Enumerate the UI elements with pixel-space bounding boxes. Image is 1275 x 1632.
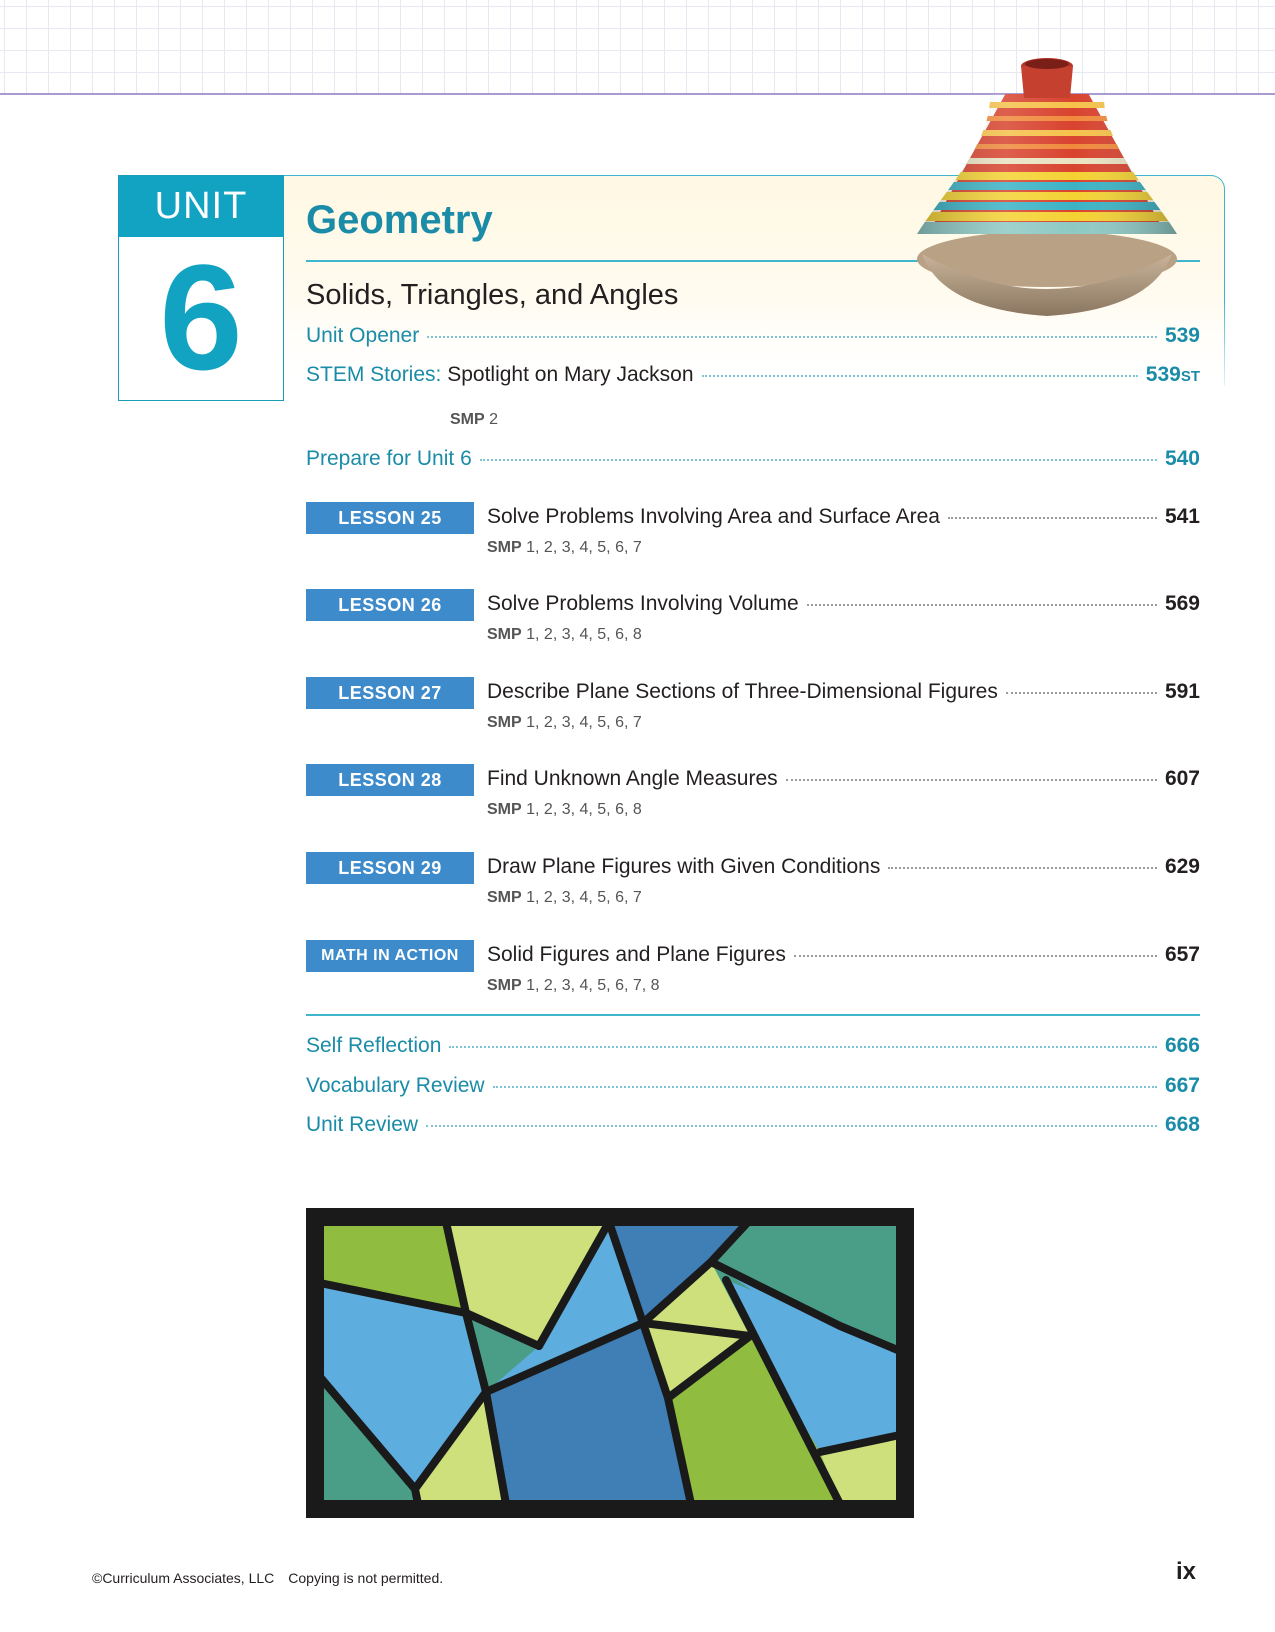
toc-label: Self Reflection <box>306 1034 442 1057</box>
dot-leader <box>427 336 1157 338</box>
dot-leader <box>426 1125 1157 1127</box>
lesson-title: Solve Problems Involving Volume <box>487 592 799 615</box>
toc-prepare[interactable]: Prepare for Unit 6 540 <box>306 447 1200 471</box>
copy-notice: Copying is not permitted. <box>288 1570 444 1586</box>
smp-line: SMP 1, 2, 3, 4, 5, 6, 7, 8 <box>487 977 660 994</box>
lesson-tag: LESSON 27 <box>306 677 474 709</box>
toc-lesson-28[interactable]: Find Unknown Angle Measures 607 <box>487 767 1200 791</box>
dot-leader <box>449 1046 1157 1048</box>
toc-label: Unit Opener <box>306 324 420 347</box>
toc-page: 591 <box>1164 680 1200 703</box>
stem-title: Spotlight on Mary Jackson <box>447 363 694 386</box>
page-number: ix <box>1176 1558 1197 1585</box>
lesson-title: Describe Plane Sections of Three-Dimensi… <box>487 680 998 703</box>
lesson-tag: LESSON 29 <box>306 852 474 884</box>
dot-leader <box>793 955 1157 957</box>
dot-leader <box>947 517 1157 519</box>
footer: ©Curriculum Associates, LLC Copying is no… <box>92 1570 443 1586</box>
toc-label: Prepare for Unit 6 <box>306 447 472 470</box>
toc-label: Unit Review <box>306 1113 419 1136</box>
dot-leader <box>492 1086 1157 1088</box>
dot-leader <box>701 375 1138 377</box>
lesson-tag: LESSON 25 <box>306 502 474 534</box>
unit-number: 6 <box>159 233 243 401</box>
lesson-title: Draw Plane Figures with Given Conditions <box>487 855 881 878</box>
toc-page: 540 <box>1164 447 1200 470</box>
toc-label: Vocabulary Review <box>306 1074 485 1097</box>
toc-vocabulary-review[interactable]: Vocabulary Review 667 <box>306 1074 1200 1098</box>
toc-lesson-25[interactable]: Solve Problems Involving Area and Surfac… <box>487 505 1200 529</box>
toc-page: 607 <box>1164 767 1200 790</box>
smp-line: SMP 1, 2, 3, 4, 5, 6, 7 <box>487 539 642 556</box>
stem-prefix: STEM Stories: <box>306 363 442 386</box>
toc-page: 569 <box>1164 592 1200 615</box>
toc-page: 666 <box>1164 1034 1200 1057</box>
unit-title: Geometry <box>306 198 493 242</box>
smp-line: SMP 1, 2, 3, 4, 5, 6, 8 <box>487 801 642 818</box>
dot-leader <box>785 779 1157 781</box>
lesson-tag: LESSON 28 <box>306 764 474 796</box>
toc-lesson-26[interactable]: Solve Problems Involving Volume 569 <box>487 592 1200 616</box>
toc-page: 629 <box>1164 855 1200 878</box>
dot-leader <box>1005 692 1157 694</box>
toc-stem-stories[interactable]: STEM Stories: Spotlight on Mary Jackson … <box>306 363 1200 387</box>
lesson-title: Find Unknown Angle Measures <box>487 767 778 790</box>
toc-page: 539 <box>1164 324 1200 347</box>
lesson-title: Solve Problems Involving Area and Surfac… <box>487 505 940 528</box>
tagine-pot-image <box>917 58 1177 316</box>
toc-page: 667 <box>1164 1074 1200 1097</box>
smp-line: SMP 1, 2, 3, 4, 5, 6, 7 <box>487 714 642 731</box>
lesson-tag: LESSON 26 <box>306 589 474 621</box>
toc-unit-opener[interactable]: Unit Opener 539 <box>306 324 1200 348</box>
toc-lesson-29[interactable]: Draw Plane Figures with Given Conditions… <box>487 855 1200 879</box>
stained-glass-image <box>306 1208 914 1518</box>
dot-leader <box>806 604 1157 606</box>
toc-lesson-27[interactable]: Describe Plane Sections of Three-Dimensi… <box>487 680 1200 704</box>
smp-line: SMP 1, 2, 3, 4, 5, 6, 8 <box>487 626 642 643</box>
smp-line: SMP 1, 2, 3, 4, 5, 6, 7 <box>487 889 642 906</box>
lesson-tag: MATH IN ACTION <box>306 940 474 972</box>
section-rule <box>306 1014 1200 1016</box>
lesson-title: Solid Figures and Plane Figures <box>487 943 786 966</box>
smp-line: SMP 2 <box>450 411 499 428</box>
unit-label: UNIT <box>119 176 283 237</box>
toc-math-in-action[interactable]: Solid Figures and Plane Figures 657 <box>487 943 1200 967</box>
dot-leader <box>479 459 1157 461</box>
page-suffix: ST <box>1180 368 1200 385</box>
copyright: ©Curriculum Associates, LLC <box>92 1570 275 1586</box>
toc-page: 657 <box>1164 943 1200 966</box>
unit-badge: UNIT 6 <box>118 175 284 401</box>
toc-self-reflection[interactable]: Self Reflection 666 <box>306 1034 1200 1058</box>
toc-page: 541 <box>1164 505 1200 528</box>
unit-subtitle: Solids, Triangles, and Angles <box>306 279 679 311</box>
toc-page: 668 <box>1164 1113 1200 1136</box>
dot-leader <box>888 867 1157 869</box>
toc-page: 539 <box>1145 363 1181 386</box>
toc-unit-review[interactable]: Unit Review 668 <box>306 1113 1200 1137</box>
